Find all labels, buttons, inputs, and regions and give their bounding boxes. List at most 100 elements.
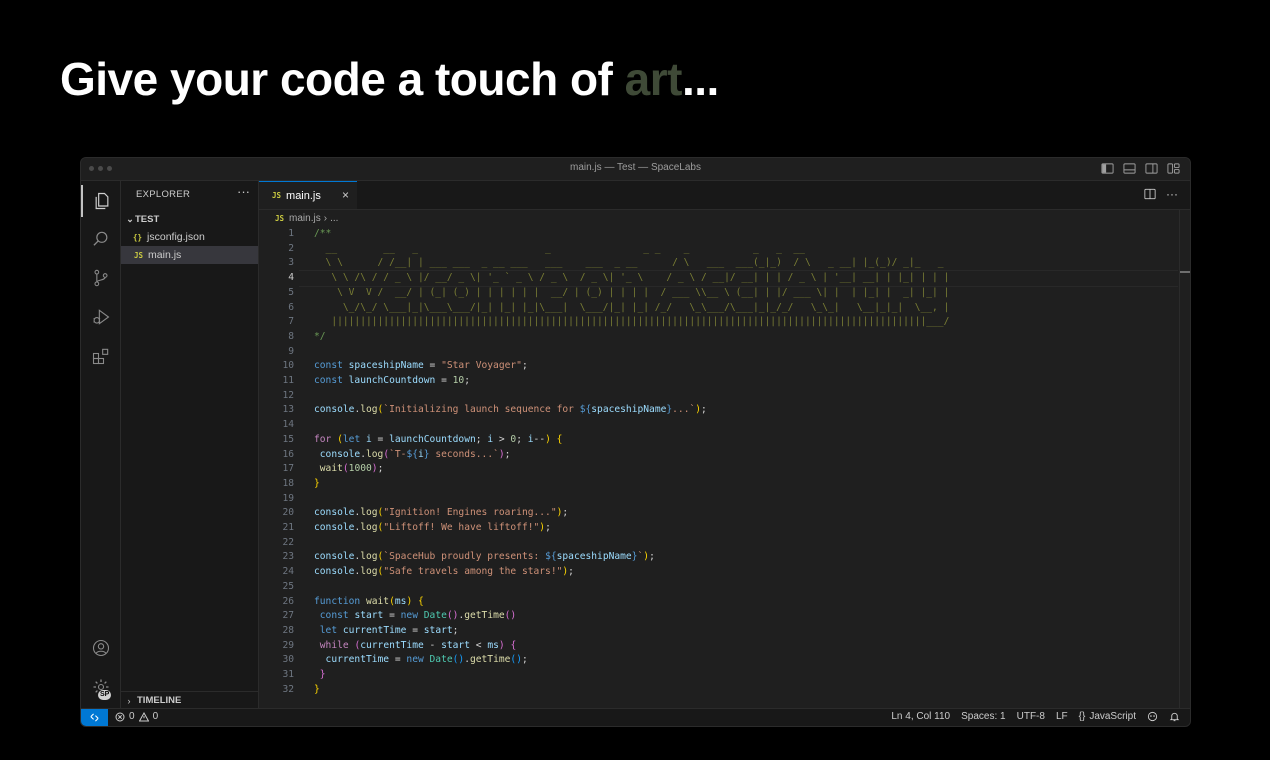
line-number: 28 (282, 624, 294, 636)
code-text: __ __ _ _ _ _ _ _ _ __ (314, 242, 805, 257)
line-number: 12 (282, 389, 294, 401)
code-token: spaceshipName (348, 360, 424, 372)
code-token: ; (649, 551, 655, 563)
code-token: 10 (452, 375, 465, 386)
editor-more-actions-button[interactable]: ··· (1166, 187, 1178, 201)
code-token: = (371, 433, 390, 445)
code-text: while (currentTime - start < ms) { (314, 639, 516, 654)
code-text: console.log("Liftoff! We have liftoff!")… (314, 521, 551, 536)
headline: Give your code a touch of art... (60, 52, 719, 106)
folder-test[interactable]: ⌄ TEST (121, 210, 258, 228)
end-of-line[interactable]: LF (1056, 711, 1068, 722)
explorer-more-actions-button[interactable]: ··· (237, 184, 250, 199)
indentation[interactable]: Spaces: 1 (961, 711, 1005, 722)
timeline-label: TIMELINE (137, 695, 182, 706)
code-text: console.log(`T-${i} seconds...`); (314, 448, 511, 463)
toggle-panel-icon[interactable] (1123, 162, 1136, 175)
code-text: for (let i = launchCountdown; i > 0; i--… (314, 433, 562, 448)
code-token: Date (429, 654, 453, 666)
js-file-icon: JS (272, 191, 282, 200)
code-text: */ (314, 330, 326, 345)
breadcrumb-file[interactable]: main.js (289, 213, 321, 224)
code-text: console.log(`Initializing launch sequenc… (314, 403, 707, 418)
code-token: () (510, 654, 522, 666)
code-token: start (441, 639, 470, 651)
problems-indicator[interactable]: 0 0 (115, 711, 158, 722)
remote-icon (90, 713, 99, 722)
code-token: { (556, 433, 563, 445)
language-mode[interactable]: {} JavaScript (1079, 711, 1136, 722)
encoding[interactable]: UTF-8 (1017, 711, 1045, 722)
line-number: 8 (288, 330, 294, 342)
cursor-position[interactable]: Ln 4, Col 110 (891, 711, 950, 722)
line-number: 13 (282, 404, 294, 416)
code-token: currentTime (314, 654, 390, 666)
bell-icon[interactable] (1169, 711, 1180, 722)
line-number: 32 (282, 683, 294, 695)
editor-scrollbar[interactable] (1179, 209, 1190, 709)
account-badge: SP (98, 690, 112, 700)
manage-button[interactable]: SP (81, 671, 120, 703)
headline-ellipsis: ... (681, 53, 719, 105)
line-number: 21 (282, 522, 294, 533)
code-token: ${ (545, 551, 557, 563)
run-debug-button[interactable] (81, 301, 120, 333)
code-token: { (418, 595, 424, 607)
breadcrumb-separator: › (323, 213, 328, 224)
braces-icon: {} (1078, 711, 1086, 722)
activity-bar: SP (81, 181, 121, 709)
code-token: log (366, 448, 384, 460)
code-token: ; (516, 433, 528, 445)
code-token: console (314, 551, 355, 563)
explorer-button[interactable] (81, 185, 120, 217)
code-token: > (493, 433, 511, 445)
code-token: ; (377, 463, 384, 475)
toggle-primary-sidebar-icon[interactable] (1101, 162, 1114, 175)
search-button[interactable] (81, 223, 120, 255)
code-token: spaceshipName (591, 404, 667, 416)
code-token: ${ (579, 404, 592, 416)
code-text: } (314, 683, 320, 698)
code-text: let currentTime = start; (314, 624, 459, 639)
remote-indicator[interactable] (81, 709, 108, 726)
file-item-main-js[interactable]: JS main.js (121, 246, 258, 264)
code-text: console.log("Ignition! Engines roaring..… (314, 506, 568, 521)
customize-layout-icon[interactable] (1167, 162, 1180, 175)
code-text: const spaceshipName = "Star Voyager"; (314, 359, 528, 374)
line-number: 17 (282, 463, 294, 475)
breadcrumb-symbol[interactable]: ... (330, 213, 338, 224)
code-token: `SpaceHub proudly presents: (383, 551, 546, 563)
source-control-button[interactable] (81, 262, 120, 294)
code-token: ms (487, 639, 499, 651)
file-label: main.js (148, 249, 182, 261)
code-token: ; (545, 522, 551, 533)
accounts-button[interactable] (81, 632, 120, 664)
extensions-button[interactable] (81, 340, 120, 372)
code-token: \ \ /\ / / _ \ |/ __/ _ \| '_ ` _ \ / _ … (314, 272, 950, 284)
code-token: let (314, 624, 343, 636)
copilot-icon[interactable] (1147, 711, 1158, 722)
file-item-jsconfig[interactable]: {} jsconfig.json (121, 228, 258, 246)
close-tab-icon[interactable]: × (342, 188, 349, 202)
line-number: 23 (282, 551, 294, 563)
tab-main-js[interactable]: JS main.js × (259, 181, 357, 209)
code-token: console (314, 404, 355, 416)
code-token: \_/\_/ \___|_|\___\___/|_| |_| |_|\___| … (314, 301, 950, 313)
code-token: getTime (464, 610, 505, 622)
timeline-section[interactable]: › TIMELINE (121, 691, 258, 709)
code-token: while (314, 639, 355, 651)
headline-text: Give your code a touch of (60, 53, 625, 105)
code-token: () (452, 654, 465, 666)
code-token: ; (475, 433, 488, 445)
editor-actions: ··· (1144, 187, 1178, 201)
line-number: 22 (282, 536, 294, 548)
line-number: 10 (282, 360, 294, 372)
toggle-secondary-sidebar-icon[interactable] (1145, 162, 1158, 175)
code-token: log (360, 507, 378, 519)
code-token: ; (504, 448, 511, 460)
line-number: 1 (288, 228, 294, 239)
code-text: console.log("Safe travels among the star… (314, 565, 574, 580)
breadcrumb: JS main.js › ... (275, 213, 338, 224)
code-token: "Liftoff! We have liftoff!" (383, 522, 540, 533)
split-editor-icon[interactable] (1144, 188, 1156, 200)
